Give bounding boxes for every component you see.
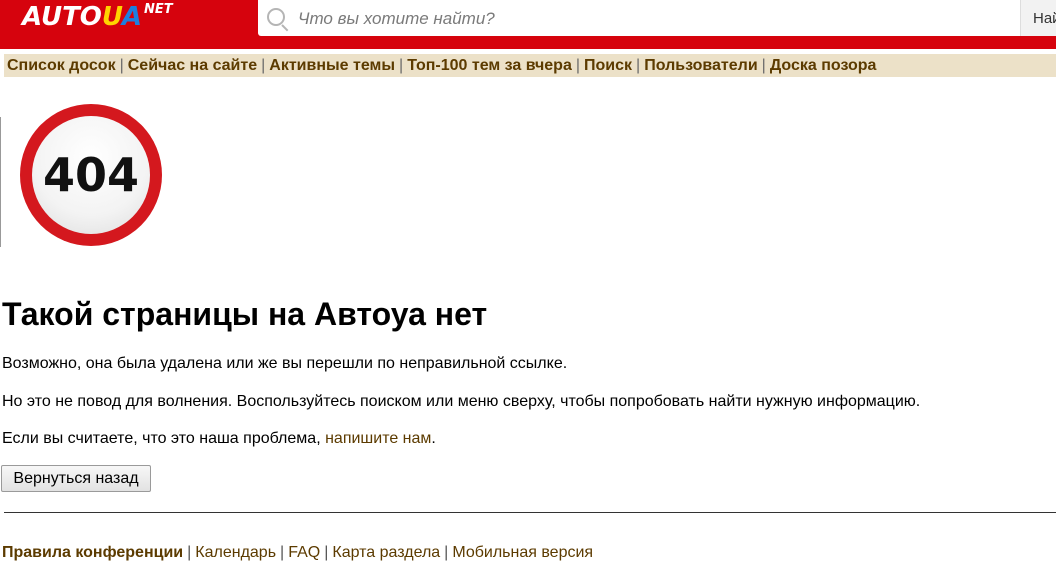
search-icon [267, 8, 285, 26]
footer-separator: | [280, 544, 285, 561]
site-header: AUTOUANET Найти [0, 0, 1056, 49]
nav-users[interactable]: Пользователи [644, 57, 757, 74]
nav-board-list[interactable]: Список досок [4, 57, 116, 74]
nav-shame-board[interactable]: Доска позора [770, 57, 877, 74]
footer-section-map[interactable]: Карта раздела [332, 544, 440, 561]
footer-separator: | [324, 544, 329, 561]
logo-auto-text: AUTO [22, 2, 102, 32]
nav-separator: | [399, 57, 404, 74]
error-message-3: Если вы считаете, что это наша проблема,… [2, 429, 436, 449]
error-code: 404 [32, 116, 150, 234]
contact-us-link[interactable]: напишите нам [325, 430, 431, 447]
nav-separator: | [119, 57, 124, 74]
search-box [258, 0, 1020, 36]
logo-ua-u: U [101, 2, 122, 32]
logo-ua-a: A [121, 2, 142, 32]
nav-active-topics[interactable]: Активные темы [269, 57, 395, 74]
footer-calendar[interactable]: Календарь [195, 544, 276, 561]
search-button[interactable]: Найти [1020, 0, 1056, 36]
error-message-3-suffix: . [431, 430, 436, 447]
left-divider [0, 117, 1, 247]
footer-links: Правила конференции | Календарь | FAQ | Карта … [2, 543, 593, 563]
error-message-1: Возможно, она была удалена или же вы пер… [2, 355, 568, 372]
error-message-3-prefix: Если вы считаете, что это наша проблема, [2, 430, 326, 447]
page-title: Такой страницы на Автоуа нет [2, 296, 488, 332]
logo-net-text: NET [143, 2, 173, 17]
nav-top-100[interactable]: Топ-100 тем за вчера [407, 57, 572, 74]
go-back-button[interactable]: Вернуться назад [1, 465, 151, 492]
nav-separator: | [261, 57, 266, 74]
nav-online-now[interactable]: Сейчас на сайте [128, 57, 257, 74]
search-input[interactable] [296, 4, 1000, 34]
nav-separator: | [636, 57, 641, 74]
forum-nav: Список досок | Сейчас на сайте | Активные те… [4, 54, 1056, 77]
autoua-logo[interactable]: AUTOUA NET [22, 2, 173, 32]
footer-mobile-version[interactable]: Мобильная версия [452, 544, 593, 561]
error-message-2: Но это не повод для волнения. Воспользуй… [2, 393, 921, 410]
error-404-sign-icon: 404 [20, 104, 162, 246]
nav-separator: | [761, 57, 766, 74]
footer-divider [4, 512, 1056, 513]
nav-search[interactable]: Поиск [584, 57, 632, 74]
footer-separator: | [444, 544, 449, 561]
footer-separator: | [187, 544, 192, 561]
nav-separator: | [575, 57, 581, 74]
footer-conference-rules[interactable]: Правила конференции [2, 544, 183, 561]
footer-faq[interactable]: FAQ [288, 544, 320, 561]
